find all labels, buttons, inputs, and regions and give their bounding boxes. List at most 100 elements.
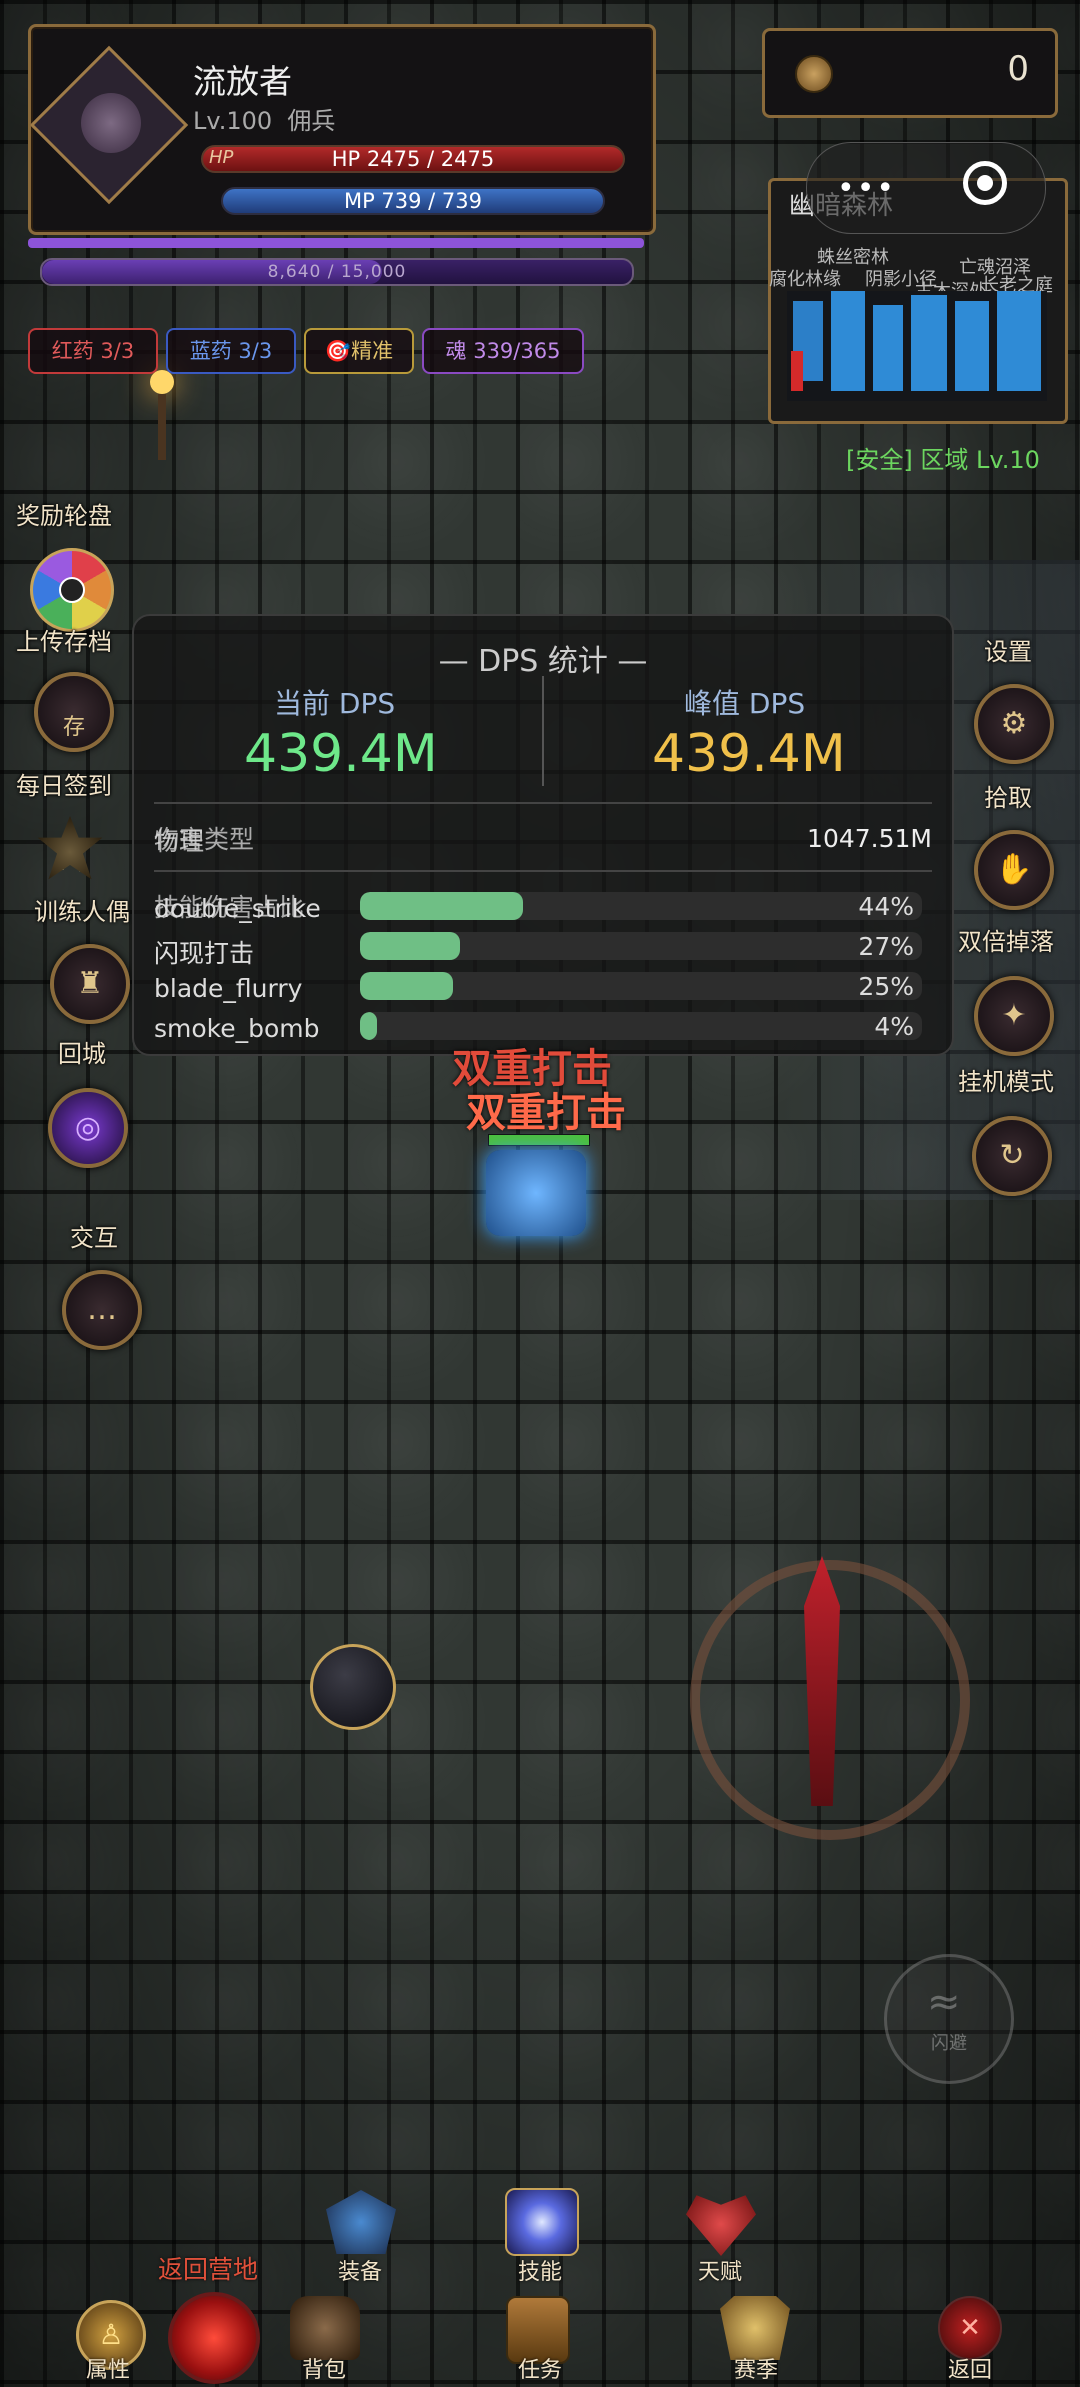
- player-level-class: Lv.100 佣兵: [193, 101, 335, 136]
- peak-dps-value: 439.4M: [652, 724, 846, 784]
- return-camp-label: 返回营地: [158, 2255, 259, 2284]
- soul-chip[interactable]: 魂 339/365: [422, 328, 584, 374]
- xp-text: 8,640 / 15,000: [267, 262, 407, 282]
- red-potion-chip[interactable]: 红药 3/3: [28, 328, 158, 374]
- precision-chip[interactable]: 🎯精准: [304, 328, 414, 374]
- mp-bar: MP 739 / 739: [221, 187, 605, 215]
- dodge-label: 闪避: [931, 2033, 967, 2054]
- player-character: [486, 1150, 586, 1236]
- settings-label: 设置: [984, 638, 1032, 666]
- hp-bar: HP 2475 / 2475: [201, 145, 625, 173]
- peak-dps-label: 峰值 DPS: [684, 687, 806, 720]
- chat-icon: …: [87, 1292, 117, 1327]
- training-dummy-button[interactable]: ♜: [50, 944, 130, 1024]
- gold-panel: 0: [762, 28, 1058, 118]
- current-dps-label: 当前 DPS: [274, 687, 396, 720]
- double-drop-button[interactable]: ✦: [974, 976, 1054, 1056]
- wheel-icon: [59, 577, 85, 603]
- interact-label: 交互: [70, 1224, 118, 1252]
- xp-bar: 8,640 / 15,000: [40, 258, 634, 286]
- hp-tag: HP: [209, 147, 234, 168]
- upload-save-button[interactable]: 存: [34, 672, 114, 752]
- skill-name-4: smoke_bomb: [154, 1014, 320, 1043]
- skill-label: 技能: [517, 2260, 562, 2285]
- interact-button[interactable]: …: [62, 1270, 142, 1350]
- attributes-label: 属性: [85, 2358, 130, 2383]
- return-camp-button[interactable]: [168, 2292, 260, 2384]
- skill-name-3: blade_flurry: [154, 974, 303, 1003]
- upload-icon: 存: [62, 715, 85, 740]
- auto-mode-label: 挂机模式: [958, 1068, 1054, 1096]
- dps-title: — DPS 统计 —: [438, 644, 648, 679]
- skill-pct-3: 25%: [858, 972, 914, 1001]
- reward-wheel-button[interactable]: [30, 548, 114, 632]
- capsule-close-icon[interactable]: [963, 161, 1007, 205]
- more-icon[interactable]: •••: [837, 171, 896, 206]
- dummy-icon: ♜: [76, 966, 104, 1001]
- pickup-icon: ✋: [995, 852, 1033, 887]
- settings-button[interactable]: ⚙: [974, 684, 1054, 764]
- map-label-2: 腐化林缘: [769, 269, 841, 290]
- back-label: 返回: [947, 2358, 992, 2383]
- current-dps-value: 439.4M: [244, 724, 438, 784]
- skill-pct-1: 44%: [858, 892, 914, 921]
- reward-wheel-label: 奖励轮盘: [16, 502, 112, 530]
- damage-type: 物理: [154, 827, 205, 856]
- return-town-button[interactable]: ◎: [48, 1088, 128, 1168]
- player-panel: 流放者 Lv.100 佣兵 HP 2475 / 2475 HP MP 739 /…: [28, 24, 656, 235]
- back-icon: ✕: [959, 2313, 981, 2343]
- blue-potion-label: 蓝药 3/3: [189, 339, 273, 363]
- skill-name-1: double_strike: [154, 894, 321, 923]
- training-dummy-label: 训练人偶: [34, 898, 130, 926]
- skill-fill-4: [360, 1012, 377, 1040]
- xp-line: [28, 238, 644, 248]
- backpack-button[interactable]: [290, 2296, 360, 2360]
- zone-status: [安全] 区域 Lv.10: [846, 446, 1040, 474]
- return-town-label: 回城: [58, 1040, 106, 1068]
- auto-mode-icon: ↻: [999, 1138, 1025, 1173]
- double-drop-label: 双倍掉落: [958, 928, 1054, 956]
- avatar[interactable]: [81, 93, 141, 153]
- player-class: 佣兵: [287, 107, 336, 135]
- pickup-button[interactable]: ✋: [974, 830, 1054, 910]
- dps-hr-1: [154, 802, 932, 804]
- hp-text: HP 2475 / 2475: [331, 147, 495, 171]
- skill-name-2: 闪现打击: [154, 939, 255, 968]
- double-drop-icon: ✦: [1001, 998, 1027, 1033]
- dodge-icon: ≈: [927, 1979, 961, 2025]
- backpack-label: 背包: [301, 2358, 346, 2383]
- gear-icon: ⚙: [1000, 706, 1028, 741]
- coin-icon: [795, 55, 833, 93]
- soul-label: 魂 339/365: [445, 339, 561, 363]
- dodge-button[interactable]: ≈ 闪避: [884, 1954, 1014, 2084]
- skill-button[interactable]: [505, 2188, 579, 2256]
- skill-fill-1: [360, 892, 524, 920]
- player-level: Lv.100: [193, 107, 273, 135]
- red-potion-label: 红药 3/3: [51, 339, 135, 363]
- season-button[interactable]: [720, 2296, 790, 2360]
- season-label: 赛季: [733, 2358, 778, 2383]
- dps-hr-2: [154, 870, 932, 872]
- blue-potion-chip[interactable]: 蓝药 3/3: [166, 328, 296, 374]
- skill-fill-2: [360, 932, 461, 960]
- dps-panel: — DPS 统计 — 当前 DPS 439.4M 峰值 DPS 439.4M 伤…: [132, 614, 954, 1056]
- torch: [150, 370, 174, 460]
- skill-pct-2: 27%: [858, 932, 914, 961]
- precision-label: 🎯精准: [324, 339, 394, 363]
- portal-icon: ◎: [74, 1110, 102, 1145]
- dps-divider: [542, 676, 544, 786]
- player-name: 流放者: [193, 62, 292, 101]
- mini-program-capsule: •••: [806, 142, 1046, 234]
- hero-health-bar: [488, 1134, 590, 1146]
- damage-total: 1047.51M: [807, 824, 932, 853]
- virtual-joystick[interactable]: [310, 1644, 396, 1730]
- talent-label: 天赋: [697, 2260, 742, 2285]
- minimap-grid: [787, 291, 1047, 401]
- back-button[interactable]: ✕: [938, 2296, 1002, 2360]
- equipment-label: 装备: [337, 2260, 382, 2285]
- gold-value: 0: [1007, 49, 1029, 89]
- mp-text: MP 739 / 739: [343, 189, 483, 213]
- pickup-label: 拾取: [984, 784, 1032, 812]
- auto-mode-button[interactable]: ↻: [972, 1116, 1052, 1196]
- quest-label: 任务: [517, 2358, 562, 2383]
